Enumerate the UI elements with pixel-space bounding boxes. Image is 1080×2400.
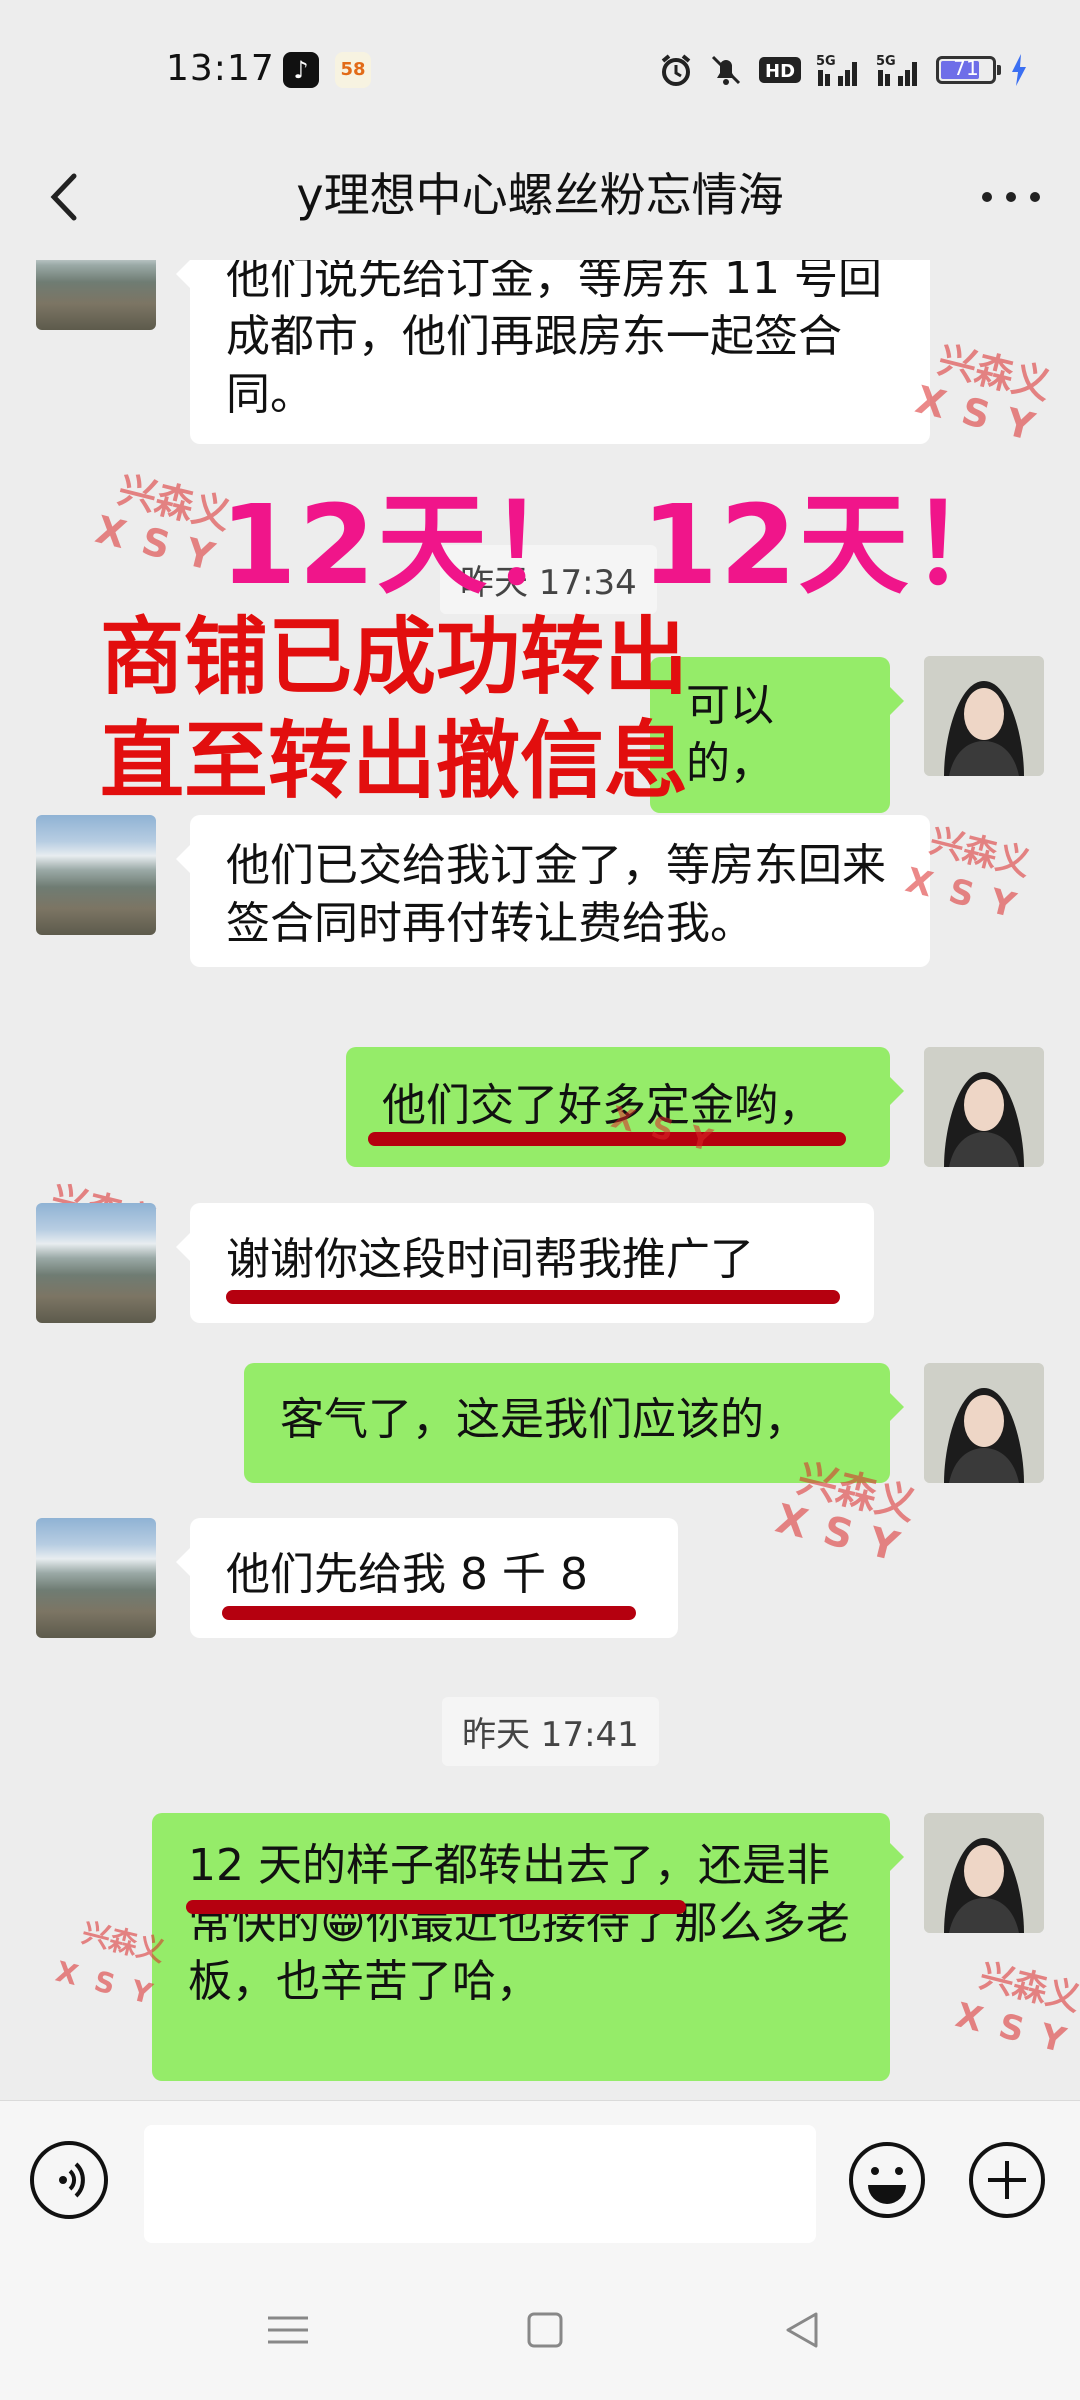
- 58-app-icon: 58: [335, 52, 371, 88]
- battery-icon: 71: [936, 56, 1001, 84]
- menu-icon[interactable]: [258, 2300, 318, 2360]
- contact-avatar[interactable]: [36, 1203, 156, 1323]
- charging-icon: [1012, 54, 1026, 86]
- 5g-signal-icon: 5G: [816, 54, 857, 86]
- back-icon[interactable]: [772, 2300, 832, 2360]
- emoji-button[interactable]: [848, 2141, 926, 2219]
- promo-overlay-status: 商铺已成功转出 直至转出撤信息: [100, 608, 689, 810]
- svg-text:5G: 5G: [876, 54, 896, 69]
- my-avatar[interactable]: [924, 656, 1044, 776]
- message-bubble-incoming[interactable]: 他们说先给订金，等房东 11 号回成都市，他们再跟房东一起签合同。: [176, 260, 930, 444]
- message-bubble-outgoing[interactable]: 12 天的样子都转出去了，还是非常快的😁你最近也接待了那么多老板，也辛苦了哈，: [152, 1813, 904, 2081]
- watermark: 兴森义 XSY: [911, 337, 1057, 454]
- status-bar: 13:17 ♪ 58 HD 5G 5G 71: [0, 0, 1080, 140]
- svg-text:HD: HD: [765, 61, 795, 82]
- mute-icon: [711, 55, 741, 85]
- message-bubble-incoming[interactable]: 他们已交给我订金了，等房东回来签合同时再付转让费给我。: [176, 815, 930, 967]
- my-avatar[interactable]: [924, 1813, 1044, 1933]
- chat-area[interactable]: 他们说先给订金，等房东 11 号回成都市，他们再跟房东一起签合同。 兴森义 XSY…: [0, 260, 1080, 2100]
- alarm-icon: [661, 54, 691, 86]
- more-options-icon[interactable]: [978, 162, 1044, 232]
- watermark: 兴森义 XSY: [771, 1455, 921, 1575]
- 5g-signal-icon: 5G: [876, 54, 917, 86]
- chat-title: y理想中心螺丝粉忘情海: [296, 168, 784, 222]
- highlight-underline: [186, 1900, 686, 1914]
- input-bar: [0, 2100, 1080, 2251]
- add-more-button[interactable]: [968, 2141, 1046, 2219]
- woman-portrait-icon: [924, 1363, 1044, 1483]
- contact-avatar[interactable]: [36, 1518, 156, 1638]
- system-nav-bar: [0, 2250, 1080, 2400]
- message-timestamp: 昨天 17:41: [442, 1697, 659, 1766]
- home-icon[interactable]: [515, 2300, 575, 2360]
- highlight-underline: [226, 1290, 840, 1304]
- promo-overlay-days: 12天！ 12天！: [220, 481, 1023, 609]
- contact-avatar[interactable]: [36, 815, 156, 935]
- message-bubble-incoming[interactable]: 谢谢你这段时间帮我推广了: [176, 1203, 874, 1323]
- hd-icon: HD: [759, 57, 801, 83]
- message-bubble-incoming[interactable]: 他们先给我 8 千 8: [176, 1518, 678, 1638]
- contact-avatar[interactable]: [36, 260, 156, 330]
- woman-portrait-icon: [924, 1813, 1044, 1933]
- back-arrow-icon[interactable]: [36, 162, 96, 232]
- my-avatar[interactable]: [924, 1047, 1044, 1167]
- system-icons: HD 5G 5G 71: [658, 50, 1028, 90]
- voice-icon: [59, 2162, 85, 2198]
- battery-level: 71: [953, 56, 979, 80]
- message-input[interactable]: [144, 2125, 816, 2243]
- chat-header: y理想中心螺丝粉忘情海: [0, 140, 1080, 260]
- tiktok-icon: ♪: [283, 52, 319, 88]
- voice-input-button[interactable]: [30, 2141, 108, 2219]
- highlight-underline: [222, 1606, 636, 1620]
- woman-portrait-icon: [924, 656, 1044, 776]
- svg-text:5G: 5G: [816, 54, 836, 69]
- status-time: 13:17: [166, 48, 275, 89]
- my-avatar[interactable]: [924, 1363, 1044, 1483]
- woman-portrait-icon: [924, 1047, 1044, 1167]
- watermark: 兴森义 XSY: [951, 1955, 1080, 2066]
